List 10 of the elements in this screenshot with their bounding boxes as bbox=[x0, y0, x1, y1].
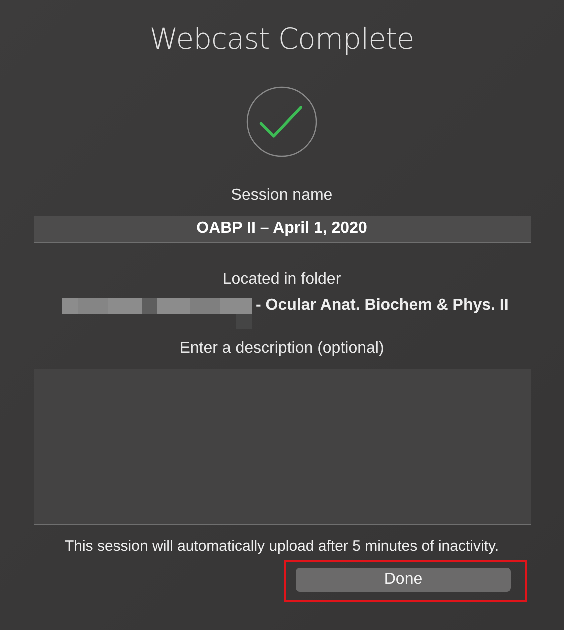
description-field[interactable] bbox=[34, 369, 530, 525]
description-label: Enter a description (optional) bbox=[180, 340, 384, 358]
session-name-label: Session name bbox=[231, 187, 333, 205]
upload-notice: This session will automatically upload after 5 minutes of inactivity. bbox=[64, 538, 500, 555]
checkmark-icon bbox=[246, 86, 318, 158]
done-button[interactable]: Done bbox=[296, 568, 511, 592]
session-name-field[interactable]: OABP II – April 1, 2020 bbox=[34, 216, 530, 243]
folder-label: Located in folder bbox=[222, 271, 342, 289]
folder-name: - Ocular Anat. Biochem & Phys. II bbox=[256, 297, 509, 315]
dialog-title: Webcast Complete bbox=[150, 22, 414, 56]
